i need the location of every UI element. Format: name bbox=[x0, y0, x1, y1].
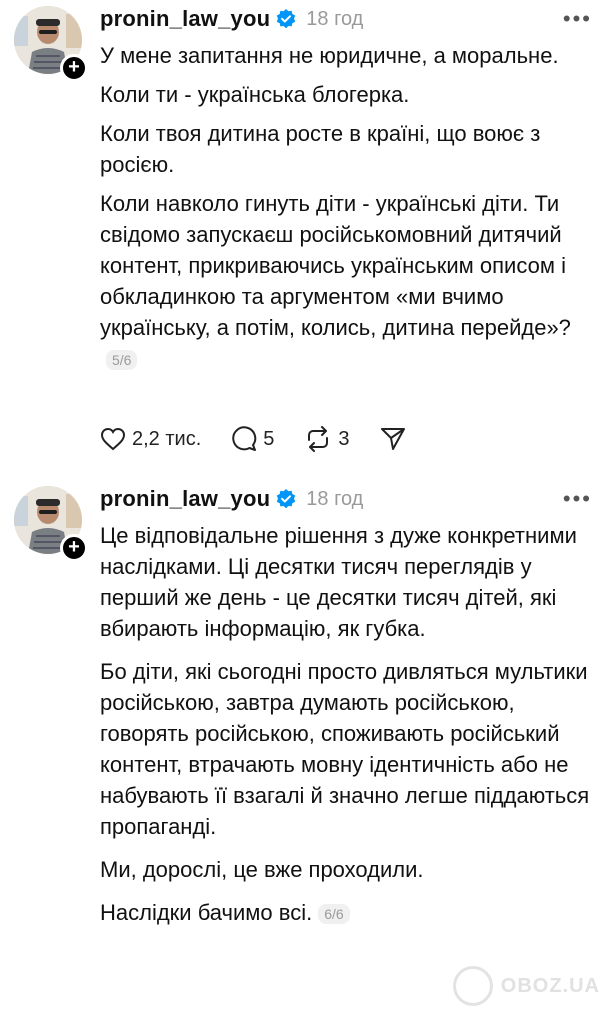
like-count: 2,2 тис. bbox=[132, 427, 202, 450]
post-text: Це відповідальне рішення з дуже конкретн… bbox=[100, 520, 600, 940]
post-time: 18 год bbox=[306, 487, 364, 510]
repost-icon bbox=[308, 426, 329, 452]
more-options-icon[interactable]: ••• bbox=[563, 486, 592, 512]
username[interactable]: pronin_law_you bbox=[100, 6, 270, 32]
watermark-text: OBOZ.UA bbox=[500, 974, 600, 997]
like-button[interactable]: 2,2 тис. bbox=[100, 427, 201, 451]
paragraph: Це відповідальне рішення з дуже конкретн… bbox=[100, 523, 577, 641]
paragraph: Наслідки бачимо всі. bbox=[100, 900, 313, 925]
follow-plus-icon[interactable]: + bbox=[60, 534, 88, 562]
paragraph: Бо діти, які сьогодні просто дивляться м… bbox=[100, 659, 590, 839]
post-header: pronin_law_you 18 год bbox=[100, 486, 363, 512]
paragraph: Коли твоя дитина росте в країні, що воює… bbox=[100, 121, 541, 177]
paragraph: Коли ти - українська блогерка. bbox=[100, 82, 410, 107]
paragraph: У мене запитання не юридичне, а моральне… bbox=[100, 43, 559, 68]
follow-plus-icon[interactable]: + bbox=[60, 54, 88, 82]
paragraph-with-badge: Наслідки бачимо всі. 6/6 bbox=[100, 897, 600, 928]
verified-badge-icon bbox=[277, 9, 296, 29]
comment-count: 5 bbox=[263, 427, 275, 450]
repost-button[interactable]: 3 bbox=[304, 426, 350, 452]
avatar[interactable]: + bbox=[14, 6, 88, 82]
page-counter-badge: 5/6 bbox=[106, 350, 138, 371]
paragraph: Коли навколо гинуть діти - українські ді… bbox=[100, 191, 571, 340]
post-time: 18 год bbox=[306, 7, 364, 30]
heart-icon bbox=[100, 427, 126, 451]
comment-button[interactable]: 5 bbox=[231, 426, 274, 452]
comment-icon bbox=[232, 426, 257, 451]
verified-badge-icon bbox=[277, 489, 296, 509]
avatar[interactable]: + bbox=[14, 486, 88, 562]
repost-count: 3 bbox=[338, 427, 350, 450]
paragraph-with-badge: Коли навколо гинуть діти - українські ді… bbox=[100, 188, 600, 374]
post-header: pronin_law_you 18 год bbox=[100, 6, 363, 32]
post-actions: 2,2 тис. 5 3 bbox=[100, 424, 442, 454]
watermark: OBOZ.UA bbox=[452, 966, 600, 1006]
username[interactable]: pronin_law_you bbox=[100, 486, 270, 512]
page-counter-badge: 6/6 bbox=[318, 904, 350, 925]
paragraph: Ми, дорослі, це вже проходили. bbox=[100, 857, 424, 882]
more-options-icon[interactable]: ••• bbox=[563, 6, 592, 32]
watermark-logo-icon bbox=[452, 966, 493, 1006]
send-icon bbox=[380, 428, 405, 450]
post-text: У мене запитання не юридичне, а моральне… bbox=[100, 40, 600, 382]
share-button[interactable] bbox=[380, 426, 412, 452]
